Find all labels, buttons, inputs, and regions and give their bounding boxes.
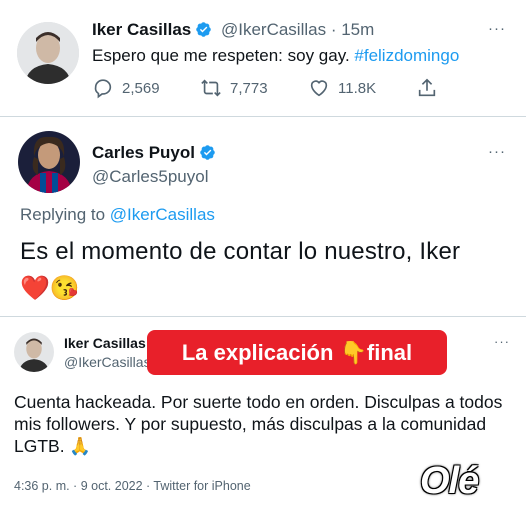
like-button[interactable]: 11.8K [308, 77, 376, 99]
tweet-meta: 4:36 p. m. · 9 oct. 2022 · Twitter for i… [14, 479, 251, 493]
more-icon[interactable]: ··· [488, 143, 506, 160]
like-count: 11.8K [338, 79, 377, 97]
reply-count: 2,569 [122, 79, 160, 97]
retweet-count: 7,773 [230, 79, 268, 97]
author-handle[interactable]: @IkerCasillas [64, 354, 151, 370]
avatar-carles-puyol[interactable] [18, 131, 80, 193]
retweet-button[interactable]: 7,773 [200, 77, 268, 99]
avatar-photo [14, 332, 54, 372]
reply-icon [94, 79, 112, 99]
avatar-photo [17, 22, 79, 84]
share-icon [418, 78, 436, 97]
tweet1-header: Iker Casillas @IkerCasillas · 15m [92, 20, 374, 40]
avatar-iker-casillas[interactable] [14, 332, 54, 372]
ole-logo: Olé [420, 460, 479, 502]
share-button[interactable] [416, 77, 438, 99]
more-icon[interactable]: ··· [494, 334, 510, 349]
avatar-iker-casillas[interactable] [17, 22, 79, 84]
tweet-text: Espero que me respeten: soy gay. [92, 46, 355, 65]
tweet-text: Cuenta hackeada. Por suerte todo en orde… [14, 392, 503, 456]
divider [0, 116, 526, 117]
explanation-banner: La explicación 👇final [147, 330, 447, 375]
author-handle[interactable]: @Carles5puyol [92, 167, 208, 187]
tweet-emojis: ❤️😘 [20, 275, 80, 302]
reply-button[interactable]: 2,569 [92, 77, 160, 99]
replying-to-handle[interactable]: @IkerCasillas [110, 205, 215, 224]
tweet-time[interactable]: · 15m [331, 20, 374, 39]
author-handle[interactable]: @IkerCasillas [221, 20, 326, 39]
tweet2-header: Carles Puyol [92, 143, 216, 163]
author-name[interactable]: Iker Casillas [92, 20, 191, 39]
tweet-text: Es el momento de contar lo nuestro, Iker [20, 238, 461, 265]
replying-to-label: Replying to [20, 205, 110, 224]
author-name[interactable]: Carles Puyol [92, 143, 195, 162]
verified-icon [200, 145, 215, 160]
verified-icon [196, 22, 212, 37]
more-icon[interactable]: ··· [488, 20, 506, 37]
divider [0, 316, 526, 317]
like-icon [310, 80, 328, 97]
author-name[interactable]: Iker Casillas [64, 335, 146, 351]
retweet-icon [201, 79, 221, 97]
avatar-photo [18, 131, 80, 193]
replying-to: Replying to @IkerCasillas [20, 205, 215, 225]
tweet1-text: Espero que me respeten: soy gay. #felizd… [92, 46, 459, 66]
hashtag-link[interactable]: #felizdomingo [354, 46, 459, 65]
